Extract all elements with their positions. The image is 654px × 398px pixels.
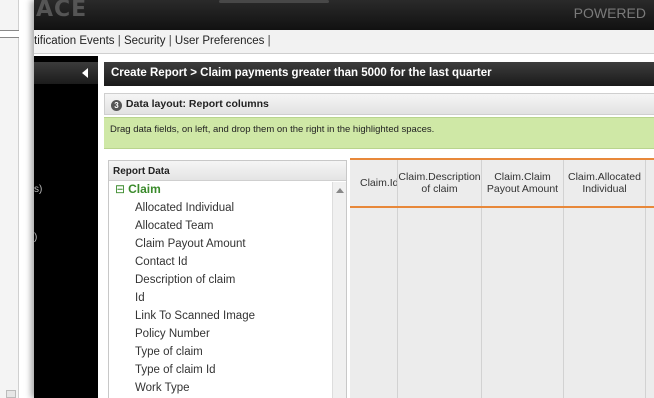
sidebar-header: [34, 62, 98, 84]
nav-item-notification-events[interactable]: tification Events: [34, 35, 115, 47]
header-decoration: [219, 0, 329, 3]
sidebar-item-label[interactable]: ): [34, 232, 37, 243]
field-item[interactable]: Id: [109, 289, 334, 307]
nav-item-security[interactable]: Security: [124, 35, 166, 47]
report-data-heading: Report Data: [109, 161, 346, 181]
column-header-highlight: [350, 206, 654, 208]
field-tree: ⊟ Claim Allocated Individual Allocated Te…: [109, 182, 334, 397]
nav-separator: |: [168, 35, 172, 47]
field-item[interactable]: Link To Scanned Image: [109, 307, 334, 325]
step-header: 3 Data layout: Report columns: [104, 93, 654, 115]
field-item[interactable]: Type of claim: [109, 343, 334, 361]
step-number-badge: 3: [111, 100, 122, 111]
collapse-sidebar-icon[interactable]: [82, 68, 88, 78]
step-label: Data layout: Report columns: [125, 98, 269, 110]
nav-separator: |: [117, 35, 121, 47]
report-columns-drop-area[interactable]: Claim.Id Claim.Description of claim Clai…: [350, 158, 654, 398]
report-column[interactable]: Claim.Description of claim: [398, 160, 482, 398]
field-item[interactable]: Work Type: [109, 379, 334, 397]
tree-node-claim[interactable]: ⊟ Claim: [109, 182, 334, 199]
tree-node-label: Claim: [128, 182, 161, 196]
sidebar-item-label[interactable]: s): [34, 184, 42, 195]
sidebar: s) ): [34, 56, 98, 398]
powered-by-text: POWERED: [573, 5, 646, 21]
report-column[interactable]: Claim.Id: [350, 160, 398, 398]
report-column[interactable]: Claim.Allocated Individual: [564, 160, 646, 398]
scroll-up-arrow-icon[interactable]: [336, 188, 344, 193]
field-item[interactable]: Claim Payout Amount: [109, 235, 334, 253]
app-header: ACE POWERED: [34, 0, 654, 30]
background-scroll-button[interactable]: [6, 390, 16, 398]
field-item[interactable]: Allocated Individual: [109, 199, 334, 217]
report-data-panel: Report Data ⊟ Claim Allocated Individual …: [108, 160, 347, 398]
field-item[interactable]: Policy Number: [109, 325, 334, 343]
column-header[interactable]: Claim.Description of claim: [398, 160, 481, 206]
page-title: Create Report > Claim payments greater t…: [104, 62, 654, 86]
collapse-toggle-icon[interactable]: ⊟: [115, 182, 125, 196]
background-window-field: [0, 30, 19, 38]
app-logo: ACE: [36, 0, 88, 22]
column-header[interactable]: Claim.Id: [350, 160, 397, 206]
nav-item-user-preferences[interactable]: User Preferences: [175, 35, 264, 47]
column-header[interactable]: Claim.Claim Payout Amount: [482, 160, 563, 206]
report-column[interactable]: Claim.Claim Payout Amount: [482, 160, 564, 398]
field-item[interactable]: Type of claim Id: [109, 361, 334, 379]
column-header[interactable]: Claim.Allocated Individual: [564, 160, 645, 206]
nav-separator: |: [267, 35, 271, 47]
field-item[interactable]: Allocated Team: [109, 217, 334, 235]
field-item[interactable]: Contact Id: [109, 253, 334, 271]
field-item[interactable]: Description of claim: [109, 271, 334, 289]
app-window: ACE POWERED tification Events | Security…: [34, 0, 654, 398]
field-list-scrollbar[interactable]: [332, 182, 346, 398]
instruction-text: Drag data fields, on left, and drop them…: [110, 124, 435, 135]
report-builder: Create Report > Claim payments greater t…: [104, 56, 654, 398]
instruction-banner: Drag data fields, on left, and drop them…: [104, 117, 654, 149]
background-window: [0, 0, 19, 398]
top-nav: tification Events | Security | User Pref…: [34, 30, 654, 54]
